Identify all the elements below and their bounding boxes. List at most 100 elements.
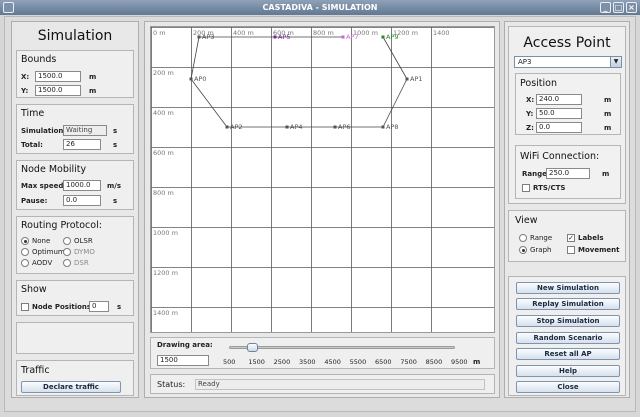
drawing-area-unit: m [473,358,481,366]
drawing-area-slider-thumb[interactable] [247,343,259,352]
routing-olsr-radio[interactable]: OLSR [63,237,93,245]
node-label: AP0 [194,75,207,83]
random-scenario-button[interactable]: Random Scenario [516,332,620,344]
time-box: Time Simulation: Waiting s Total: 26 s [16,104,134,154]
node-marker [197,35,201,39]
node-label: AP3 [202,33,215,41]
y-tick-label: 200 m [153,69,174,77]
x-tick-label: 1400 [433,29,450,37]
pause-input[interactable]: 0.0 [63,195,101,206]
radio-icon [63,248,71,256]
bounds-x-input[interactable]: 1500.0 [35,71,81,82]
max-speed-label: Max speed: [21,182,67,190]
routing-none-label: None [32,237,51,245]
node-positions-checkbox[interactable]: Node Positions [21,303,91,311]
node-marker [225,125,229,129]
maximize-icon[interactable]: □ [613,2,624,13]
check-icon: ✓ [567,234,575,242]
view-graph-radio[interactable]: Graph [519,246,551,254]
help-button[interactable]: Help [516,365,620,377]
drawing-area-box: Drawing area: 1500 500 1500 2500 3500 4500 55… [150,337,495,369]
chevron-down-icon[interactable]: ▼ [610,57,621,67]
radio-icon [519,234,527,242]
view-labels-checkbox[interactable]: ✓ Labels [567,234,604,242]
routing-dsr-radio[interactable]: DSR [63,259,89,267]
new-simulation-button[interactable]: New Simulation [516,282,620,294]
drawing-area-slider-track[interactable] [229,346,455,349]
rts-cts-checkbox[interactable]: RTS/CTS [522,184,565,192]
y-tick-label: 800 m [153,189,174,197]
routing-optimum-radio[interactable]: Optimum [21,248,65,256]
stop-simulation-button[interactable]: Stop Simulation [516,315,620,327]
wifi-box: WiFi Connection: Range: 250.0 m RTS/CTS [515,145,621,199]
bounds-y-input[interactable]: 1500.0 [35,85,81,96]
slider-tick-label: 2500 [273,358,291,366]
drawing-area-label: Drawing area: [157,341,213,349]
node-label: AP9 [386,33,399,41]
position-z-input[interactable]: 0.0 [536,122,582,133]
declare-traffic-button[interactable]: Declare traffic [21,381,121,393]
empty-box [16,322,134,354]
slider-tick-label: 4500 [324,358,341,366]
graph-link [382,36,408,80]
position-z-unit: m [604,124,612,132]
node-marker [381,35,385,39]
view-movement-checkbox[interactable]: Movement [567,246,619,254]
slider-tick-label: 500 [223,358,236,366]
y-tick-label: 1000 m [153,229,178,237]
radio-icon [21,259,29,267]
position-y-unit: m [604,110,612,118]
bounds-x-unit: m [89,73,97,81]
drawing-area-input[interactable]: 1500 [157,355,209,366]
y-tick-label: 1400 m [153,309,178,317]
time-total-input[interactable]: 26 [63,139,101,150]
node-marker [341,35,345,39]
view-movement-label: Movement [578,246,620,254]
show-box: Show Node Positions 0 s [16,280,134,316]
position-y-input[interactable]: 50.0 [536,108,582,119]
routing-none-radio[interactable]: None [21,237,50,245]
radio-icon [21,237,29,245]
simulation-heading: Simulation [37,28,113,44]
slider-tick-label: 7500 [400,358,417,366]
view-range-radio[interactable]: Range [519,234,552,242]
reset-all-ap-button[interactable]: Reset all AP [516,348,620,360]
status-value: Ready [195,379,485,390]
actions-box: New Simulation Replay Simulation Stop Si… [508,276,626,396]
pause-label: Pause: [21,197,48,205]
routing-title: Routing Protocol: [21,220,102,231]
close-icon[interactable]: × [626,2,637,13]
window-menu-icon[interactable] [3,2,14,13]
node-marker [285,125,289,129]
status-label: Status: [157,380,186,389]
replay-simulation-button[interactable]: Replay Simulation [516,298,620,310]
access-point-panel: Access Point AP3 ▼ Position X: 240.0 m Y… [504,21,630,398]
wifi-range-unit: m [602,170,610,178]
position-x-input[interactable]: 240.0 [536,94,582,105]
radio-icon [63,237,71,245]
time-simulation-value: Waiting [63,125,107,136]
position-x-label: X: [526,96,535,104]
close-button[interactable]: Close [516,381,620,393]
slider-tick-label: 3500 [299,358,316,366]
radio-icon [519,246,527,254]
drawing-canvas[interactable]: 0 m 200 m 400 m 600 m 800 m 1000 m 1200 m 1400 2… [150,26,495,333]
max-speed-input[interactable]: 1000.0 [63,180,101,191]
node-marker [381,125,385,129]
minimize-icon[interactable]: _ [600,2,611,13]
routing-aodv-radio[interactable]: AODV [21,259,52,267]
checkbox-icon [21,303,29,311]
node-positions-input[interactable]: 0 [89,301,109,312]
slider-tick-label: 5500 [349,358,367,366]
graph-link [382,78,408,128]
y-tick-label: 400 m [153,109,174,117]
access-point-select[interactable]: AP3 ▼ [514,56,622,68]
routing-dymo-radio[interactable]: DYMO [63,248,95,256]
wifi-range-input[interactable]: 250.0 [546,168,590,179]
traffic-title: Traffic [21,365,50,376]
routing-optimum-label: Optimum [32,248,65,256]
view-range-label: Range [530,234,553,242]
node-label: AP1 [410,75,423,83]
node-marker [333,125,337,129]
bounds-title: Bounds [21,54,57,65]
